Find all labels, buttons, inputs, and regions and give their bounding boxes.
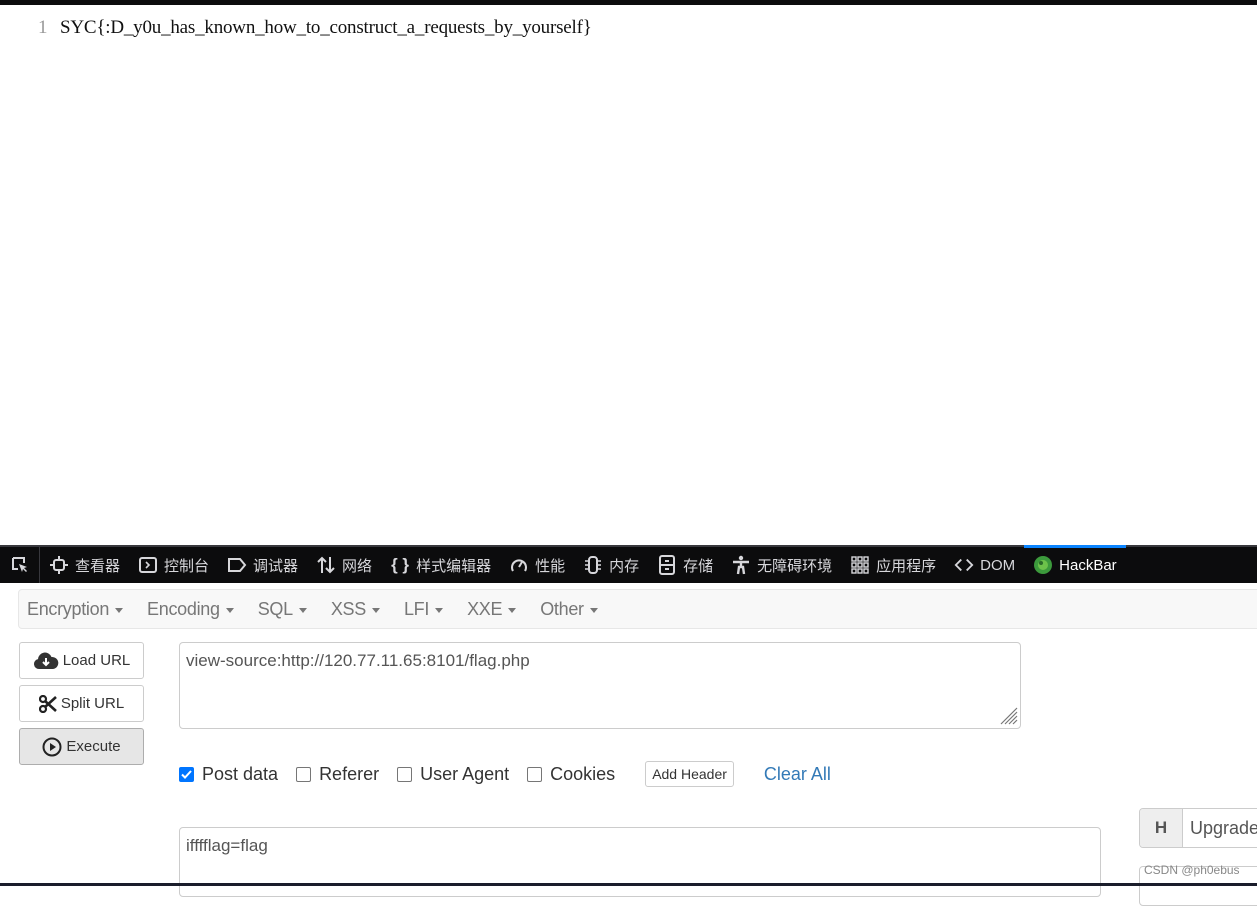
element-picker-icon bbox=[11, 557, 27, 572]
tab-console[interactable]: 控制台 bbox=[129, 547, 218, 583]
dom-icon bbox=[954, 555, 974, 575]
tab-label: 性能 bbox=[535, 557, 566, 575]
split-url-button[interactable]: Split URL bbox=[19, 685, 144, 722]
caret-down-icon bbox=[589, 607, 598, 613]
console-icon bbox=[138, 555, 158, 575]
page-source-view: 1 SYC{:D_y0u_has_known_how_to_construct_a… bbox=[0, 5, 1257, 545]
load-url-button[interactable]: Load URL bbox=[19, 642, 144, 679]
hackbar-panel: Encryption Encoding SQL XSS LFI XXE Othe… bbox=[0, 583, 1257, 906]
menu-encryption[interactable]: Encryption bbox=[27, 599, 124, 620]
cookies-checkbox[interactable]: Cookies bbox=[527, 764, 615, 785]
tab-label: 存储 bbox=[683, 557, 714, 575]
tab-label: HackBar bbox=[1059, 556, 1117, 574]
element-picker-button[interactable] bbox=[0, 547, 40, 583]
checkbox-checked[interactable] bbox=[179, 766, 194, 782]
hackbar-icon bbox=[1033, 555, 1053, 575]
tab-style-editor[interactable]: { } 样式编辑器 bbox=[381, 547, 500, 583]
header-key-badge: H bbox=[1140, 809, 1183, 847]
tab-performance[interactable]: 性能 bbox=[500, 547, 574, 583]
tab-inspector[interactable]: 查看器 bbox=[40, 547, 129, 583]
tab-label: 无障碍环境 bbox=[757, 557, 833, 575]
scissors-icon bbox=[38, 694, 57, 713]
tab-memory[interactable]: 内存 bbox=[574, 547, 648, 583]
menu-xss[interactable]: XSS bbox=[331, 599, 380, 620]
header-row: H Upgrade bbox=[1139, 808, 1257, 848]
checkbox-unchecked[interactable] bbox=[296, 766, 312, 782]
referer-checkbox[interactable]: Referer bbox=[296, 764, 379, 785]
checkbox-unchecked[interactable] bbox=[397, 766, 413, 782]
add-header-button[interactable]: Add Header bbox=[645, 761, 734, 787]
user-agent-checkbox[interactable]: User Agent bbox=[397, 764, 509, 785]
devtools-toolbar: 查看器 控制台 调试器 网络 { } 样式编辑器 性能 内存 存储 无障碍环境 … bbox=[0, 545, 1257, 583]
tab-label: 调试器 bbox=[253, 557, 299, 575]
clear-all-link[interactable]: Clear All bbox=[764, 764, 831, 785]
tab-label: DOM bbox=[980, 556, 1016, 574]
caret-down-icon bbox=[298, 607, 307, 613]
caret-down-icon bbox=[371, 607, 380, 613]
flag-text: SYC{:D_y0u_has_known_how_to_construct_a_… bbox=[60, 17, 592, 38]
tab-application[interactable]: 应用程序 bbox=[841, 547, 945, 583]
checkbox-unchecked[interactable] bbox=[527, 766, 543, 782]
url-input[interactable]: view-source:http://120.77.11.65:8101/fla… bbox=[179, 642, 1021, 729]
storage-icon bbox=[657, 555, 677, 575]
execute-button[interactable]: Execute bbox=[19, 728, 144, 765]
header-value-input[interactable]: Upgrade bbox=[1183, 809, 1257, 847]
tab-debugger[interactable]: 调试器 bbox=[218, 547, 307, 583]
menu-xxe[interactable]: XXE bbox=[467, 599, 517, 620]
menu-encoding[interactable]: Encoding bbox=[147, 599, 234, 620]
style-editor-icon: { } bbox=[391, 555, 410, 574]
hackbar-menu-bar: Encryption Encoding SQL XSS LFI XXE Othe… bbox=[18, 589, 1257, 629]
tab-label: 应用程序 bbox=[876, 557, 937, 575]
tab-dom[interactable]: DOM bbox=[945, 547, 1024, 583]
request-options: Post data Referer User Agent Cookies Add… bbox=[179, 761, 831, 787]
tab-network[interactable]: 网络 bbox=[307, 547, 381, 583]
cloud-download-icon bbox=[33, 652, 59, 669]
watermark: CSDN @ph0ebus bbox=[1144, 863, 1240, 877]
tab-label: 内存 bbox=[609, 557, 640, 575]
inspector-icon bbox=[49, 555, 69, 575]
tab-hackbar[interactable]: HackBar bbox=[1024, 545, 1126, 583]
tab-storage[interactable]: 存储 bbox=[648, 547, 722, 583]
caret-down-icon bbox=[508, 607, 517, 613]
memory-icon bbox=[583, 555, 603, 575]
resize-grip-icon[interactable] bbox=[1000, 707, 1018, 725]
source-line: 1 SYC{:D_y0u_has_known_how_to_construct_a… bbox=[38, 17, 592, 39]
tab-label: 控制台 bbox=[164, 557, 210, 575]
tab-label: 查看器 bbox=[75, 557, 121, 575]
caret-down-icon bbox=[225, 607, 234, 613]
line-number: 1 bbox=[38, 17, 48, 38]
application-icon bbox=[850, 555, 870, 575]
menu-lfi[interactable]: LFI bbox=[404, 599, 444, 620]
post-data-input[interactable]: ifffflag=flag bbox=[179, 827, 1101, 897]
post-data-checkbox[interactable]: Post data bbox=[179, 764, 278, 785]
caret-down-icon bbox=[435, 607, 444, 613]
network-icon bbox=[316, 555, 336, 575]
menu-sql[interactable]: SQL bbox=[258, 599, 307, 620]
debugger-icon bbox=[227, 555, 247, 575]
menu-other[interactable]: Other bbox=[540, 599, 598, 620]
performance-icon bbox=[509, 555, 529, 575]
caret-down-icon bbox=[115, 607, 124, 613]
play-circle-icon bbox=[42, 737, 62, 756]
accessibility-icon bbox=[731, 555, 751, 575]
tab-accessibility[interactable]: 无障碍环境 bbox=[722, 547, 841, 583]
tab-label: 样式编辑器 bbox=[416, 557, 492, 575]
tab-label: 网络 bbox=[342, 557, 373, 575]
